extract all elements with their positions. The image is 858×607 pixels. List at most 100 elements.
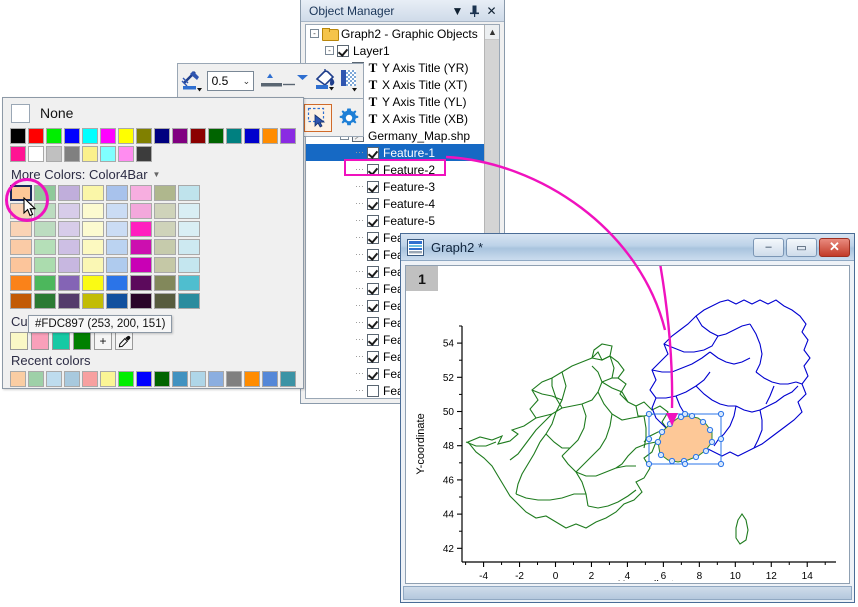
selection-handle-4[interactable]	[689, 413, 694, 418]
palette-swatch-6-0[interactable]	[10, 293, 32, 309]
fill-pattern-icon[interactable]	[337, 67, 360, 95]
tree-item-feature-4[interactable]: ⋯Feature-4	[306, 195, 484, 212]
tree-item-checkbox[interactable]	[367, 385, 379, 397]
palette-swatch-1-5[interactable]	[130, 203, 152, 219]
tree-expander-icon[interactable]: -	[310, 29, 319, 38]
palette-swatch-5-5[interactable]	[130, 275, 152, 291]
palette-swatch-4-3[interactable]	[82, 257, 104, 273]
selection-handle-9[interactable]	[693, 454, 698, 459]
tree-item-feature-2[interactable]: ⋯Feature-2	[306, 161, 484, 178]
palette-swatch-5-4[interactable]	[106, 275, 128, 291]
paint-bucket-icon[interactable]	[313, 67, 337, 95]
graph-canvas[interactable]: 1 42444648505254 -4-202468101214 Y-coord…	[405, 265, 850, 584]
recent-color-swatch-4[interactable]	[82, 371, 98, 387]
palette-swatch-6-1[interactable]	[34, 293, 56, 309]
palette-swatch-2-0[interactable]	[10, 221, 32, 237]
palette-swatch-5-3[interactable]	[82, 275, 104, 291]
custom-color-swatch-1[interactable]	[31, 332, 49, 350]
palette-swatch-1-6[interactable]	[154, 203, 176, 219]
standard-color-swatch-6[interactable]	[118, 146, 134, 162]
palette-swatch-3-4[interactable]	[106, 239, 128, 255]
palette-swatch-3-2[interactable]	[58, 239, 80, 255]
tree-expander-icon[interactable]: -	[325, 46, 334, 55]
recent-color-swatch-5[interactable]	[100, 371, 116, 387]
selection-handle-5[interactable]	[700, 419, 705, 424]
selection-handle-15[interactable]	[718, 411, 723, 416]
palette-swatch-1-0[interactable]	[10, 203, 32, 219]
gear-icon[interactable]	[336, 104, 362, 132]
recent-color-swatch-3[interactable]	[64, 371, 80, 387]
line-thickness-widget[interactable]	[259, 69, 307, 93]
standard-color-swatch-3[interactable]	[64, 146, 80, 162]
selection-handle-0[interactable]	[655, 439, 660, 444]
selection-handle-11[interactable]	[669, 458, 674, 463]
custom-color-swatch-0[interactable]	[10, 332, 28, 350]
line-style-icon[interactable]	[181, 67, 204, 95]
standard-color-swatch-1[interactable]	[28, 146, 44, 162]
palette-swatch-6-4[interactable]	[106, 293, 128, 309]
standard-colors-row-1[interactable]	[3, 128, 303, 144]
palette-swatch-6-6[interactable]	[154, 293, 176, 309]
custom-color-swatch-3[interactable]	[73, 332, 91, 350]
selection-handle-18[interactable]	[682, 461, 687, 466]
selection-handle-1[interactable]	[659, 429, 664, 434]
palette-swatch-3-6[interactable]	[154, 239, 176, 255]
selection-handle-16[interactable]	[718, 436, 723, 441]
palette-swatch-6-2[interactable]	[58, 293, 80, 309]
chevron-down-icon[interactable]: ⌄	[239, 76, 253, 87]
tree-item-checkbox[interactable]	[367, 147, 379, 159]
tree-item-checkbox[interactable]	[367, 300, 379, 312]
palette-swatch-5-1[interactable]	[34, 275, 56, 291]
palette-swatch-1-7[interactable]	[178, 203, 200, 219]
recent-colors-row[interactable]	[3, 371, 303, 387]
standard-color-swatch-15[interactable]	[280, 128, 296, 144]
standard-color-swatch-7[interactable]	[136, 146, 152, 162]
recent-color-swatch-6[interactable]	[118, 371, 134, 387]
tree-item-feature-3[interactable]: ⋯Feature-3	[306, 178, 484, 195]
tree-item-graph2-graphic-objects[interactable]: -Graph2 - Graphic Objects	[306, 25, 484, 42]
palette-swatch-6-3[interactable]	[82, 293, 104, 309]
palette-swatch-1-4[interactable]	[106, 203, 128, 219]
standard-color-swatch-12[interactable]	[226, 128, 242, 144]
palette-swatch-2-4[interactable]	[106, 221, 128, 237]
standard-color-swatch-8[interactable]	[154, 128, 170, 144]
palette-swatch-3-1[interactable]	[34, 239, 56, 255]
tree-item-layer1[interactable]: -Layer1	[306, 42, 484, 59]
plus-icon[interactable]: +	[94, 332, 112, 350]
tree-item-checkbox[interactable]	[367, 198, 379, 210]
tree-item-checkbox[interactable]	[367, 368, 379, 380]
palette-swatch-2-7[interactable]	[178, 221, 200, 237]
palette-swatch-3-0[interactable]	[10, 239, 32, 255]
chevron-down-icon[interactable]: ▼	[153, 170, 161, 179]
tree-item-checkbox[interactable]	[367, 164, 379, 176]
selection-handle-8[interactable]	[703, 448, 708, 453]
selection-handle-12[interactable]	[658, 452, 663, 457]
palette-swatch-1-1[interactable]	[34, 203, 56, 219]
palette-swatch-0-2[interactable]	[58, 185, 80, 201]
palette-swatch-4-1[interactable]	[34, 257, 56, 273]
palette-swatch-4-2[interactable]	[58, 257, 80, 273]
palette-swatch-4-5[interactable]	[130, 257, 152, 273]
pin-icon[interactable]	[466, 2, 483, 19]
selection-handle-6[interactable]	[707, 427, 712, 432]
palette-swatch-0-5[interactable]	[130, 185, 152, 201]
recent-color-swatch-7[interactable]	[136, 371, 152, 387]
palette-swatch-5-6[interactable]	[154, 275, 176, 291]
standard-color-swatch-13[interactable]	[244, 128, 260, 144]
standard-color-swatch-5[interactable]	[100, 146, 116, 162]
maximize-button[interactable]: ▭	[786, 238, 817, 257]
recent-color-swatch-9[interactable]	[172, 371, 188, 387]
selection-handle-13[interactable]	[646, 411, 651, 416]
standard-color-swatch-4[interactable]	[82, 146, 98, 162]
palette-swatch-3-3[interactable]	[82, 239, 104, 255]
standard-color-swatch-0[interactable]	[10, 146, 26, 162]
standard-colors-row-2[interactable]	[3, 146, 303, 162]
standard-color-swatch-5[interactable]	[100, 128, 116, 144]
recent-color-swatch-13[interactable]	[244, 371, 260, 387]
palette-swatch-3-7[interactable]	[178, 239, 200, 255]
palette-swatch-5-0[interactable]	[10, 275, 32, 291]
tree-item-feature-5[interactable]: ⋯Feature-5	[306, 212, 484, 229]
recent-color-swatch-12[interactable]	[226, 371, 242, 387]
recent-color-swatch-8[interactable]	[154, 371, 170, 387]
tree-item-feature-1[interactable]: ⋯Feature-1	[306, 144, 484, 161]
